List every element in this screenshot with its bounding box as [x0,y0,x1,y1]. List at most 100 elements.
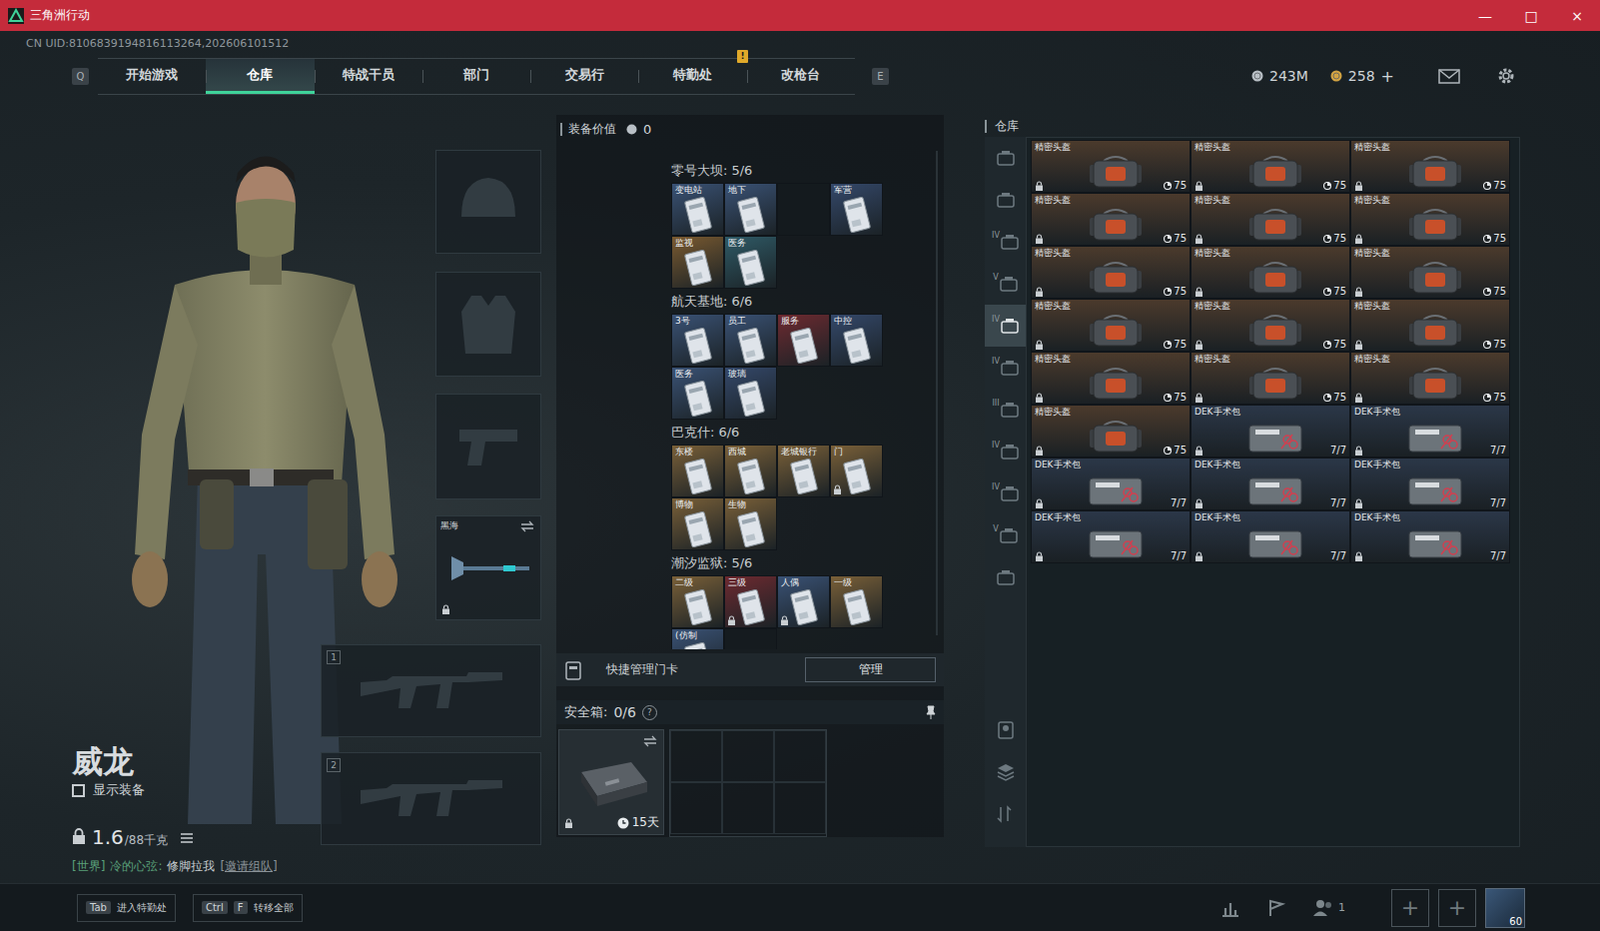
warehouse-item[interactable]: 精密头盔75 [1190,192,1351,246]
warehouse-item[interactable]: DEK手术包7/7 [1350,510,1511,564]
primary-weapon-slot[interactable]: 2 [320,752,542,845]
warehouse-item[interactable]: 精密头盔75 [1350,351,1511,405]
show-gear-checkbox[interactable] [71,784,85,798]
armor-slot[interactable] [435,271,542,377]
manage-button[interactable]: 管理 [804,657,936,683]
warehouse-item[interactable]: 精密头盔75 [1350,298,1511,352]
safe-box-cell[interactable] [670,782,723,834]
keycard[interactable]: (仿制 [671,628,725,650]
keycard[interactable]: 医务 [671,366,725,420]
nav-tab[interactable]: 改枪台 [747,58,855,94]
safe-box-cell[interactable] [722,730,775,783]
warehouse-tab[interactable]: V [984,262,1026,305]
warehouse-item[interactable]: 精密头盔75 [1190,245,1351,299]
keycard[interactable]: 3号 [671,313,725,367]
warehouse-item[interactable]: DEK手术包7/7 [1030,457,1191,511]
empty-keycard-slot[interactable] [777,182,830,236]
warehouse-tab[interactable]: IV [984,430,1026,473]
warehouse-tab[interactable]: IV [984,304,1026,347]
warehouse-tab[interactable] [984,178,1026,221]
keycard[interactable]: 二级 [671,575,725,629]
keycard[interactable]: 博物 [671,497,725,551]
warehouse-tab[interactable]: IV [984,472,1026,515]
maximize-button[interactable]: □ [1508,0,1555,31]
warehouse-item[interactable]: 精密头盔75 [1030,245,1191,299]
warehouse-item[interactable]: DEK手术包7/7 [1190,457,1351,511]
keycard[interactable]: 门 [829,444,883,498]
keycard[interactable]: 人偶 [777,575,830,629]
melee-slot[interactable]: 黑海 [435,515,542,621]
warehouse-tab[interactable]: III [984,388,1026,431]
warehouse-tab[interactable] [984,556,1026,599]
safe-box[interactable]: 15天 [558,729,665,835]
nav-tab[interactable]: 特战干员 [314,58,423,94]
keycard-list[interactable]: 零号大坝:5/6变电站地下军营监视医务航天基地:6/63号员工服务中控医务玻璃巴… [556,142,944,650]
show-gear-toggle[interactable]: 显示装备 [71,781,321,800]
warehouse-item[interactable]: 精密头盔75 [1030,404,1191,458]
warehouse-item[interactable]: DEK手术包7/7 [1190,510,1351,564]
warehouse-item[interactable]: 精密头盔75 [1030,298,1191,352]
safe-box-cell[interactable] [722,782,775,834]
keycard[interactable]: 军营 [829,182,883,236]
warehouse-tab[interactable] [984,136,1026,179]
invite-team-link[interactable]: [邀请组队] [219,857,277,875]
warehouse-item[interactable]: 精密头盔75 [1350,245,1511,299]
keycard[interactable]: 西城 [724,444,778,498]
warehouse-item[interactable]: 精密头盔75 [1030,139,1191,193]
nav-tab[interactable]: 开始游戏 [97,58,206,94]
add-teammate-button[interactable]: + [1391,888,1430,927]
shortcut-button[interactable]: Tab进入特勤处 [76,893,176,922]
warehouse-item[interactable]: 精密头盔75 [1190,298,1351,352]
warehouse-item[interactable]: 精密头盔75 [1190,139,1351,193]
minimize-button[interactable]: — [1462,0,1509,31]
warehouse-tab[interactable]: IV [984,346,1026,389]
keycard[interactable]: 员工 [724,313,778,367]
warehouse-tool[interactable] [984,751,1026,794]
pistol-slot[interactable] [435,393,542,500]
warehouse-tool[interactable] [984,709,1026,752]
friends-button[interactable]: 1 [1312,898,1346,917]
warehouse-item[interactable]: DEK手术包7/7 [1190,404,1351,458]
keycard[interactable]: 老城银行 [777,444,830,498]
shortcut-button[interactable]: CtrlF转移全部 [192,893,303,922]
keycard[interactable]: 中控 [829,313,883,367]
nav-tab[interactable]: 仓库 [205,58,314,94]
safe-box-help[interactable]: ? [642,705,658,721]
keycard[interactable]: 一级 [829,575,883,629]
warehouse-item[interactable]: DEK手术包7/7 [1350,457,1511,511]
warehouse-tab[interactable]: IV [984,220,1026,263]
warehouse-item[interactable]: DEK手术包7/7 [1030,510,1191,564]
keycard[interactable]: 东楼 [671,444,725,498]
warehouse-tab[interactable]: V [984,514,1026,557]
warehouse-item[interactable]: 精密头盔75 [1190,351,1351,405]
keycard[interactable]: 监视 [671,235,725,289]
warehouse-item[interactable]: 精密头盔75 [1350,139,1511,193]
player-avatar[interactable]: 60 [1485,887,1526,928]
primary-weapon-slot[interactable]: 1 [320,644,542,738]
safe-box-cell[interactable] [774,782,826,834]
add-currency-button[interactable]: + [1381,66,1395,86]
next-tab-key[interactable]: E [871,67,889,85]
warehouse-item[interactable]: DEK手术包7/7 [1350,404,1511,458]
keycard[interactable]: 变电站 [671,182,725,236]
keycard[interactable]: 玻璃 [724,366,778,420]
keycard[interactable]: 生物 [724,497,778,551]
keycard[interactable]: 三级 [724,575,778,629]
empty-keycard-slot[interactable] [724,628,778,650]
warehouse-item[interactable]: 精密头盔75 [1350,192,1511,246]
helmet-slot[interactable] [435,149,542,254]
nav-tab[interactable]: 部门 [422,58,531,94]
keycard[interactable]: 医务 [724,235,778,289]
nav-tab[interactable]: 特勤处 [638,58,747,94]
keycard[interactable]: 地下 [724,182,778,236]
safe-box-cell[interactable] [774,730,826,783]
keycard[interactable]: 服务 [777,313,830,367]
prev-tab-key[interactable]: Q [71,67,89,85]
nav-tab[interactable]: 交易行 [530,58,639,94]
warehouse-tool[interactable] [984,793,1026,835]
warehouse-item[interactable]: 精密头盔75 [1030,351,1191,405]
add-teammate-button[interactable]: + [1438,888,1477,927]
close-button[interactable]: × [1554,0,1600,31]
warehouse-item[interactable]: 精密头盔75 [1030,192,1191,246]
safe-box-cell[interactable] [670,730,723,783]
